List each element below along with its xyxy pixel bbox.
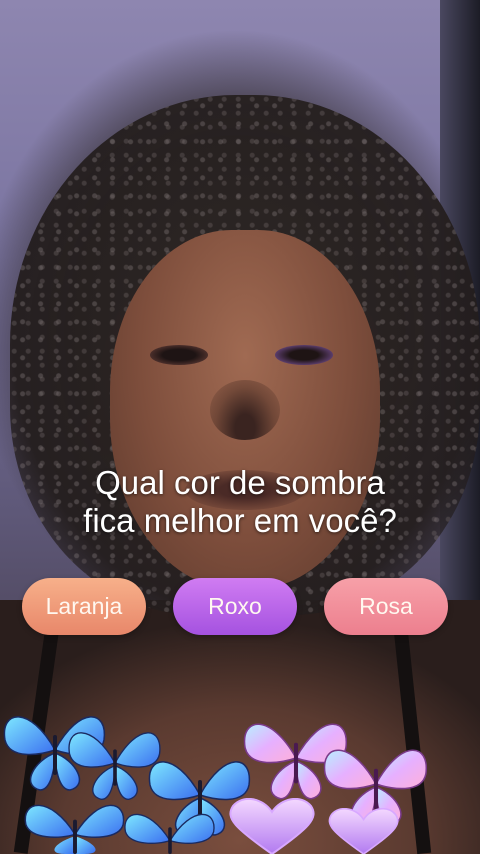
nose <box>210 380 280 440</box>
camera-view: Qual cor de sombra fica melhor em você? … <box>0 0 480 854</box>
right-eye <box>275 345 333 365</box>
choice-laranja-button[interactable]: Laranja <box>22 578 146 635</box>
question-text: Qual cor de sombra fica melhor em você? <box>40 464 440 540</box>
blue-butterfly-icon <box>24 804 125 854</box>
blue-butterfly-icon <box>124 813 215 854</box>
question-line-2: fica melhor em você? <box>83 502 397 539</box>
choice-rosa-button[interactable]: Rosa <box>324 578 448 635</box>
choice-roxo-button[interactable]: Roxo <box>173 578 297 635</box>
heart-icon <box>229 798 315 854</box>
heart-icon <box>328 808 399 854</box>
question-line-1: Qual cor de sombra <box>95 464 385 501</box>
left-eye <box>150 345 208 365</box>
